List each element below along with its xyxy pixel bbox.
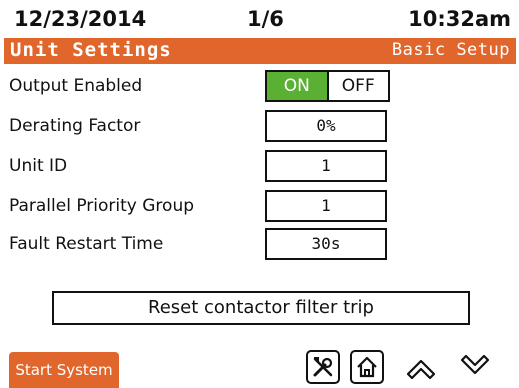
setting-row-parallel-priority-group: Parallel Priority Group 1 [0, 187, 519, 227]
chevron-up-icon [406, 359, 436, 380]
tools-icon [313, 357, 333, 377]
home-icon [357, 356, 377, 378]
output-enabled-toggle[interactable]: ON OFF [265, 70, 390, 102]
tools-button[interactable] [306, 350, 340, 384]
chevron-down-icon [460, 354, 490, 375]
status-bar: 12/23/2014 1/6 10:32am [0, 0, 519, 38]
setting-label: Derating Factor [9, 116, 141, 136]
setting-row-fault-restart-time: Fault Restart Time 30s [0, 225, 519, 265]
start-system-button[interactable]: Start System [9, 352, 119, 388]
home-button[interactable] [350, 350, 384, 384]
setting-label: Parallel Priority Group [9, 196, 195, 216]
scroll-up-button[interactable] [404, 352, 438, 382]
setting-label: Unit ID [9, 156, 68, 176]
parallel-priority-group-field[interactable]: 1 [265, 190, 387, 222]
setting-row-derating-factor: Derating Factor 0% [0, 107, 519, 147]
setting-row-unit-id: Unit ID 1 [0, 147, 519, 187]
derating-factor-field[interactable]: 0% [265, 110, 387, 142]
setting-label: Fault Restart Time [9, 234, 164, 254]
title-bar: Unit Settings Basic Setup [4, 38, 516, 64]
fault-restart-time-field[interactable]: 30s [265, 228, 387, 260]
scroll-down-button[interactable] [458, 352, 492, 382]
reset-contactor-button[interactable]: Reset contactor filter trip [52, 291, 470, 325]
page-indicator: 1/6 [247, 7, 284, 31]
status-date: 12/23/2014 [14, 7, 147, 31]
setting-row-output-enabled: Output Enabled ON OFF [0, 67, 519, 107]
setting-label: Output Enabled [9, 76, 143, 96]
status-time: 10:32am [408, 7, 511, 31]
toggle-on-option[interactable]: ON [267, 72, 329, 100]
toggle-off-option[interactable]: OFF [328, 72, 388, 100]
section-title: Basic Setup [391, 40, 510, 60]
unit-id-field[interactable]: 1 [265, 150, 387, 182]
page-title: Unit Settings [10, 39, 172, 61]
